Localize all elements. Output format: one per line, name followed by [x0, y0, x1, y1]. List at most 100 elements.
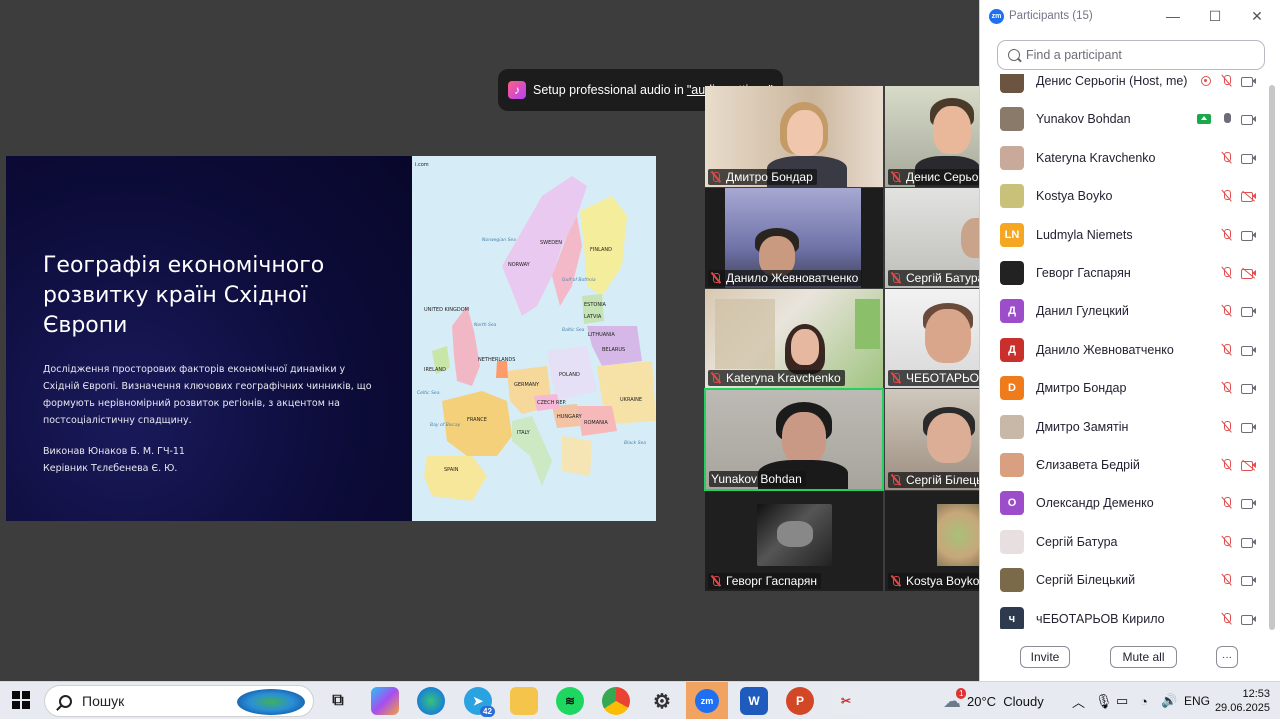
telegram-icon[interactable]: ➤ 42 — [464, 687, 495, 717]
volume-icon[interactable]: 🔊 — [1161, 682, 1177, 719]
chrome-icon[interactable] — [602, 687, 630, 715]
muted-microphone-icon[interactable] — [1220, 304, 1234, 318]
microphone-icon[interactable]: 🎙 — [1095, 682, 1113, 719]
muted-microphone-icon[interactable] — [1220, 420, 1234, 434]
more-options-button[interactable]: ··· — [1216, 646, 1238, 668]
camera-icon[interactable] — [1241, 613, 1257, 625]
snipping-tool-icon[interactable]: ✂ — [832, 687, 860, 715]
participant-avatar — [1000, 261, 1024, 285]
video-tile[interactable]: ЧЕБОТАРЬОВ Кирило — [885, 289, 980, 388]
participant-row[interactable]: Д Данило Жевноватченко — [980, 331, 1270, 369]
close-icon[interactable]: ✕ — [1247, 6, 1267, 26]
camera-off-icon[interactable] — [1241, 190, 1257, 203]
muted-microphone-icon[interactable] — [1220, 189, 1234, 203]
camera-icon[interactable] — [1241, 305, 1257, 318]
participant-name: Kostya Boyko — [1036, 189, 1113, 204]
participant-avatar — [1000, 184, 1024, 209]
video-tile[interactable]: Сергій Батура — [885, 188, 980, 288]
file-explorer-icon[interactable] — [510, 687, 538, 715]
camera-off-icon[interactable] — [1241, 459, 1257, 471]
muted-microphone-icon[interactable] — [1220, 381, 1234, 395]
video-tile[interactable]: Данило Жевноватченко — [705, 188, 883, 288]
zoom-taskbar-app[interactable]: zm — [686, 682, 728, 719]
weather-widget[interactable]: ☁ 1 20°C Cloudy — [943, 682, 1044, 719]
show-hidden-icons[interactable]: ︿ — [1072, 682, 1085, 719]
camera-icon[interactable] — [1241, 113, 1257, 126]
participant-name: Денис Серьогін (Host, me) — [1036, 74, 1188, 88]
participant-list[interactable]: Денис Серьогін (Host, me) Yunakov Bohdan K… — [980, 74, 1270, 629]
participant-avatar — [1000, 145, 1024, 170]
participant-row[interactable]: Kateryna Kravchenko — [980, 139, 1270, 177]
muted-microphone-icon[interactable] — [1220, 266, 1234, 280]
muted-microphone-icon[interactable] — [1220, 573, 1234, 587]
participant-name: Сергій Батура — [1036, 534, 1118, 549]
video-tile[interactable]: Дмитро Бондар — [705, 86, 883, 187]
participant-row[interactable]: Yunakov Bohdan — [980, 100, 1270, 138]
muted-mic-icon — [710, 575, 722, 587]
recording-icon — [1201, 76, 1211, 86]
minimize-icon[interactable]: — — [1163, 6, 1183, 26]
wifi-icon[interactable]: ◔ — [1140, 682, 1148, 719]
clock[interactable]: 12:53 29.06.2025 — [1215, 682, 1270, 719]
input-language[interactable]: ENG — [1184, 682, 1210, 719]
participant-row[interactable]: Єлизавета Бедрій — [980, 446, 1270, 484]
list-scrollbar[interactable] — [1269, 85, 1275, 630]
participant-row[interactable]: D Дмитро Бондар — [980, 369, 1270, 407]
powerpoint-icon[interactable]: P — [786, 687, 814, 715]
microphone-icon[interactable] — [1220, 112, 1234, 126]
participant-row[interactable]: Сергій Білецький — [980, 561, 1270, 599]
mute-all-button[interactable]: Mute all — [1110, 646, 1177, 668]
video-tile[interactable]: Денис Серьогін — [885, 86, 980, 187]
muted-microphone-icon[interactable] — [1220, 228, 1234, 242]
camera-off-icon[interactable] — [1241, 267, 1257, 279]
participant-name: Данил Гулецкий — [1036, 304, 1129, 319]
muted-microphone-icon[interactable] — [1220, 343, 1234, 357]
participant-row[interactable]: Геворг Гаспарян — [980, 254, 1270, 292]
camera-icon[interactable] — [1241, 344, 1257, 356]
participant-row[interactable]: Денис Серьогін (Host, me) — [980, 74, 1270, 100]
video-tile[interactable]: Kostya Boyko — [885, 491, 980, 591]
muted-microphone-icon[interactable] — [1220, 74, 1234, 88]
muted-microphone-icon[interactable] — [1220, 612, 1234, 626]
camera-icon[interactable] — [1241, 536, 1257, 548]
windows-start-icon[interactable] — [12, 691, 30, 709]
muted-microphone-icon[interactable] — [1220, 496, 1234, 510]
video-tile[interactable]: Сергій Білецький — [885, 389, 980, 490]
participant-search[interactable] — [997, 40, 1265, 70]
copilot-icon[interactable] — [371, 687, 399, 715]
camera-icon[interactable] — [1241, 382, 1257, 395]
muted-microphone-icon[interactable] — [1220, 151, 1234, 165]
participant-row[interactable]: Сергій Батура — [980, 523, 1270, 561]
tile-name: Геворг Гаспарян — [708, 573, 822, 589]
settings-gear-icon[interactable]: ⚙ — [648, 687, 676, 715]
video-tile[interactable]: Kateryna Kravchenko — [705, 289, 883, 388]
tile-name: Денис Серьогін — [888, 169, 980, 185]
video-tile-active-speaker[interactable]: Yunakov Bohdan — [704, 388, 884, 491]
participant-avatar: ч — [1000, 606, 1024, 629]
participant-row[interactable]: Kostya Boyko — [980, 177, 1270, 215]
participant-row[interactable]: ч чЕБОТАРЬОВ Кирило — [980, 600, 1270, 629]
invite-button[interactable]: Invite — [1020, 646, 1070, 668]
task-view-icon[interactable]: ⧉ — [324, 687, 352, 715]
maximize-icon[interactable]: ☐ — [1205, 6, 1225, 26]
battery-icon[interactable]: ▭ — [1116, 682, 1128, 719]
camera-icon[interactable] — [1241, 497, 1257, 510]
participant-row[interactable]: LN Ludmyla Niemets — [980, 216, 1270, 254]
participant-row[interactable]: О Олександр Деменко — [980, 484, 1270, 522]
camera-icon[interactable] — [1241, 229, 1257, 241]
camera-icon[interactable] — [1241, 421, 1257, 433]
word-icon[interactable]: W — [740, 687, 768, 715]
participant-row[interactable]: Дмитро Замятін — [980, 408, 1270, 446]
camera-icon[interactable] — [1241, 75, 1257, 87]
search-input[interactable] — [1026, 48, 1256, 62]
muted-microphone-icon[interactable] — [1220, 458, 1234, 472]
camera-icon[interactable] — [1241, 152, 1257, 164]
camera-icon[interactable] — [1241, 574, 1257, 587]
muted-microphone-icon[interactable] — [1220, 535, 1234, 549]
edge-browser-icon[interactable] — [417, 687, 445, 715]
video-tile[interactable]: Геворг Гаспарян — [705, 491, 883, 591]
participant-row[interactable]: Д Данил Гулецкий — [980, 292, 1270, 330]
taskbar-search[interactable]: Пошук — [44, 685, 314, 717]
spotify-icon[interactable]: ≋ — [556, 687, 584, 715]
svg-text:Black Sea: Black Sea — [624, 440, 646, 446]
